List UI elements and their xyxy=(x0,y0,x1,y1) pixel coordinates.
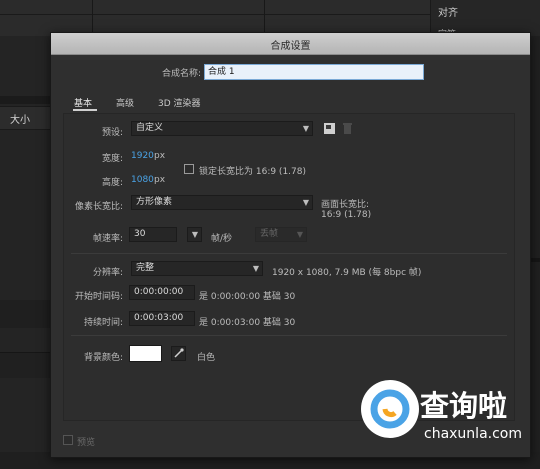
bg-color-swatch[interactable] xyxy=(129,345,162,362)
eyedropper-icon[interactable] xyxy=(171,346,186,361)
width-label: 宽度: xyxy=(101,154,123,164)
chevron-down-icon: ▼ xyxy=(302,124,309,133)
start-timecode-input[interactable]: 0:00:00:00 xyxy=(129,285,195,300)
preview-checkbox[interactable] xyxy=(63,435,73,445)
active-tab-indicator xyxy=(73,109,97,111)
save-preset-icon[interactable] xyxy=(323,122,336,135)
bg-color-name: 白色 xyxy=(197,353,216,363)
lock-aspect-label: 锁定长宽比为 16:9 (1.78) xyxy=(199,167,306,177)
timeline-panel-row xyxy=(0,352,50,378)
project-panel-band xyxy=(0,96,50,104)
chevron-down-icon: ▼ xyxy=(302,198,309,207)
resolution-value: 完整 xyxy=(136,263,155,273)
right-panel-edge-band xyxy=(531,258,540,262)
dialog-title: 合成设置 xyxy=(270,41,311,52)
width-value[interactable]: 1920 xyxy=(131,151,154,161)
watermark-sub-text: chaxunla.com xyxy=(424,426,522,442)
resolution-info: 1920 x 1080, 7.9 MB (每 8bpc 帧) xyxy=(272,268,422,278)
drop-frame-dropdown[interactable]: 丢帧 ▼ xyxy=(255,227,307,242)
pixel-aspect-label: 像素长宽比: xyxy=(74,202,123,212)
resolution-dropdown[interactable]: 完整 ▼ xyxy=(131,261,263,276)
chevron-down-icon: ▼ xyxy=(191,230,198,239)
align-panel-title[interactable]: 对齐 xyxy=(438,4,458,19)
chevron-down-icon: ▼ xyxy=(296,230,303,239)
resolution-label: 分辨率: xyxy=(92,268,123,278)
preset-label: 预设: xyxy=(101,128,123,138)
dialog-titlebar[interactable]: 合成设置 xyxy=(51,33,530,55)
height-value[interactable]: 1080 xyxy=(131,175,154,185)
frame-rate-dropdown[interactable]: ▼ xyxy=(187,227,202,242)
trash-icon[interactable] xyxy=(341,122,354,135)
duration-info: 是 0:00:03:00 基础 30 xyxy=(199,318,296,328)
start-timecode-info: 是 0:00:00:00 基础 30 xyxy=(199,292,296,302)
section-divider xyxy=(71,335,507,336)
pixel-aspect-value: 方形像素 xyxy=(136,197,173,207)
preset-dropdown[interactable]: 自定义 ▼ xyxy=(131,121,313,136)
preview-label: 预览 xyxy=(77,438,96,448)
tab-advanced[interactable]: 高级 xyxy=(116,96,134,109)
duration-label: 持续时间: xyxy=(83,318,123,328)
height-unit: px xyxy=(154,175,166,185)
height-label: 高度: xyxy=(101,178,123,188)
pixel-aspect-dropdown[interactable]: 方形像素 ▼ xyxy=(131,195,313,210)
comp-name-label: 合成名称: xyxy=(161,69,201,79)
frame-rate-input[interactable]: 30 xyxy=(129,227,177,242)
watermark-main-text: 查询啦 xyxy=(420,389,508,423)
frame-aspect-label: 画面长宽比: xyxy=(321,200,370,210)
start-timecode-label: 开始时间码: xyxy=(74,292,123,302)
tab-3d-renderer[interactable]: 3D 渲染器 xyxy=(158,96,201,109)
panel-divider xyxy=(92,0,93,36)
duration-input[interactable]: 0:00:03:00 xyxy=(129,311,195,326)
size-column-label: 大小 xyxy=(10,115,30,126)
comp-name-input[interactable]: 合成 1 xyxy=(204,64,424,80)
drop-frame-value: 丢帧 xyxy=(260,229,279,239)
bg-color-label: 背景颜色: xyxy=(83,353,123,363)
section-divider xyxy=(71,253,507,254)
panel-divider xyxy=(264,0,265,36)
chevron-down-icon: ▼ xyxy=(252,264,259,273)
timeline-panel-header xyxy=(0,300,50,328)
width-unit: px xyxy=(154,151,166,161)
frame-rate-unit: 帧/秒 xyxy=(211,234,233,244)
frame-rate-label: 帧速率: xyxy=(92,234,123,244)
preset-value: 自定义 xyxy=(136,123,164,133)
right-panel-edge xyxy=(531,36,540,469)
frame-aspect-value: 16:9 (1.78) xyxy=(321,210,372,220)
watermark-logo-icon xyxy=(361,380,419,438)
lock-aspect-checkbox[interactable] xyxy=(184,164,194,174)
tab-basic[interactable]: 基本 xyxy=(74,96,92,109)
